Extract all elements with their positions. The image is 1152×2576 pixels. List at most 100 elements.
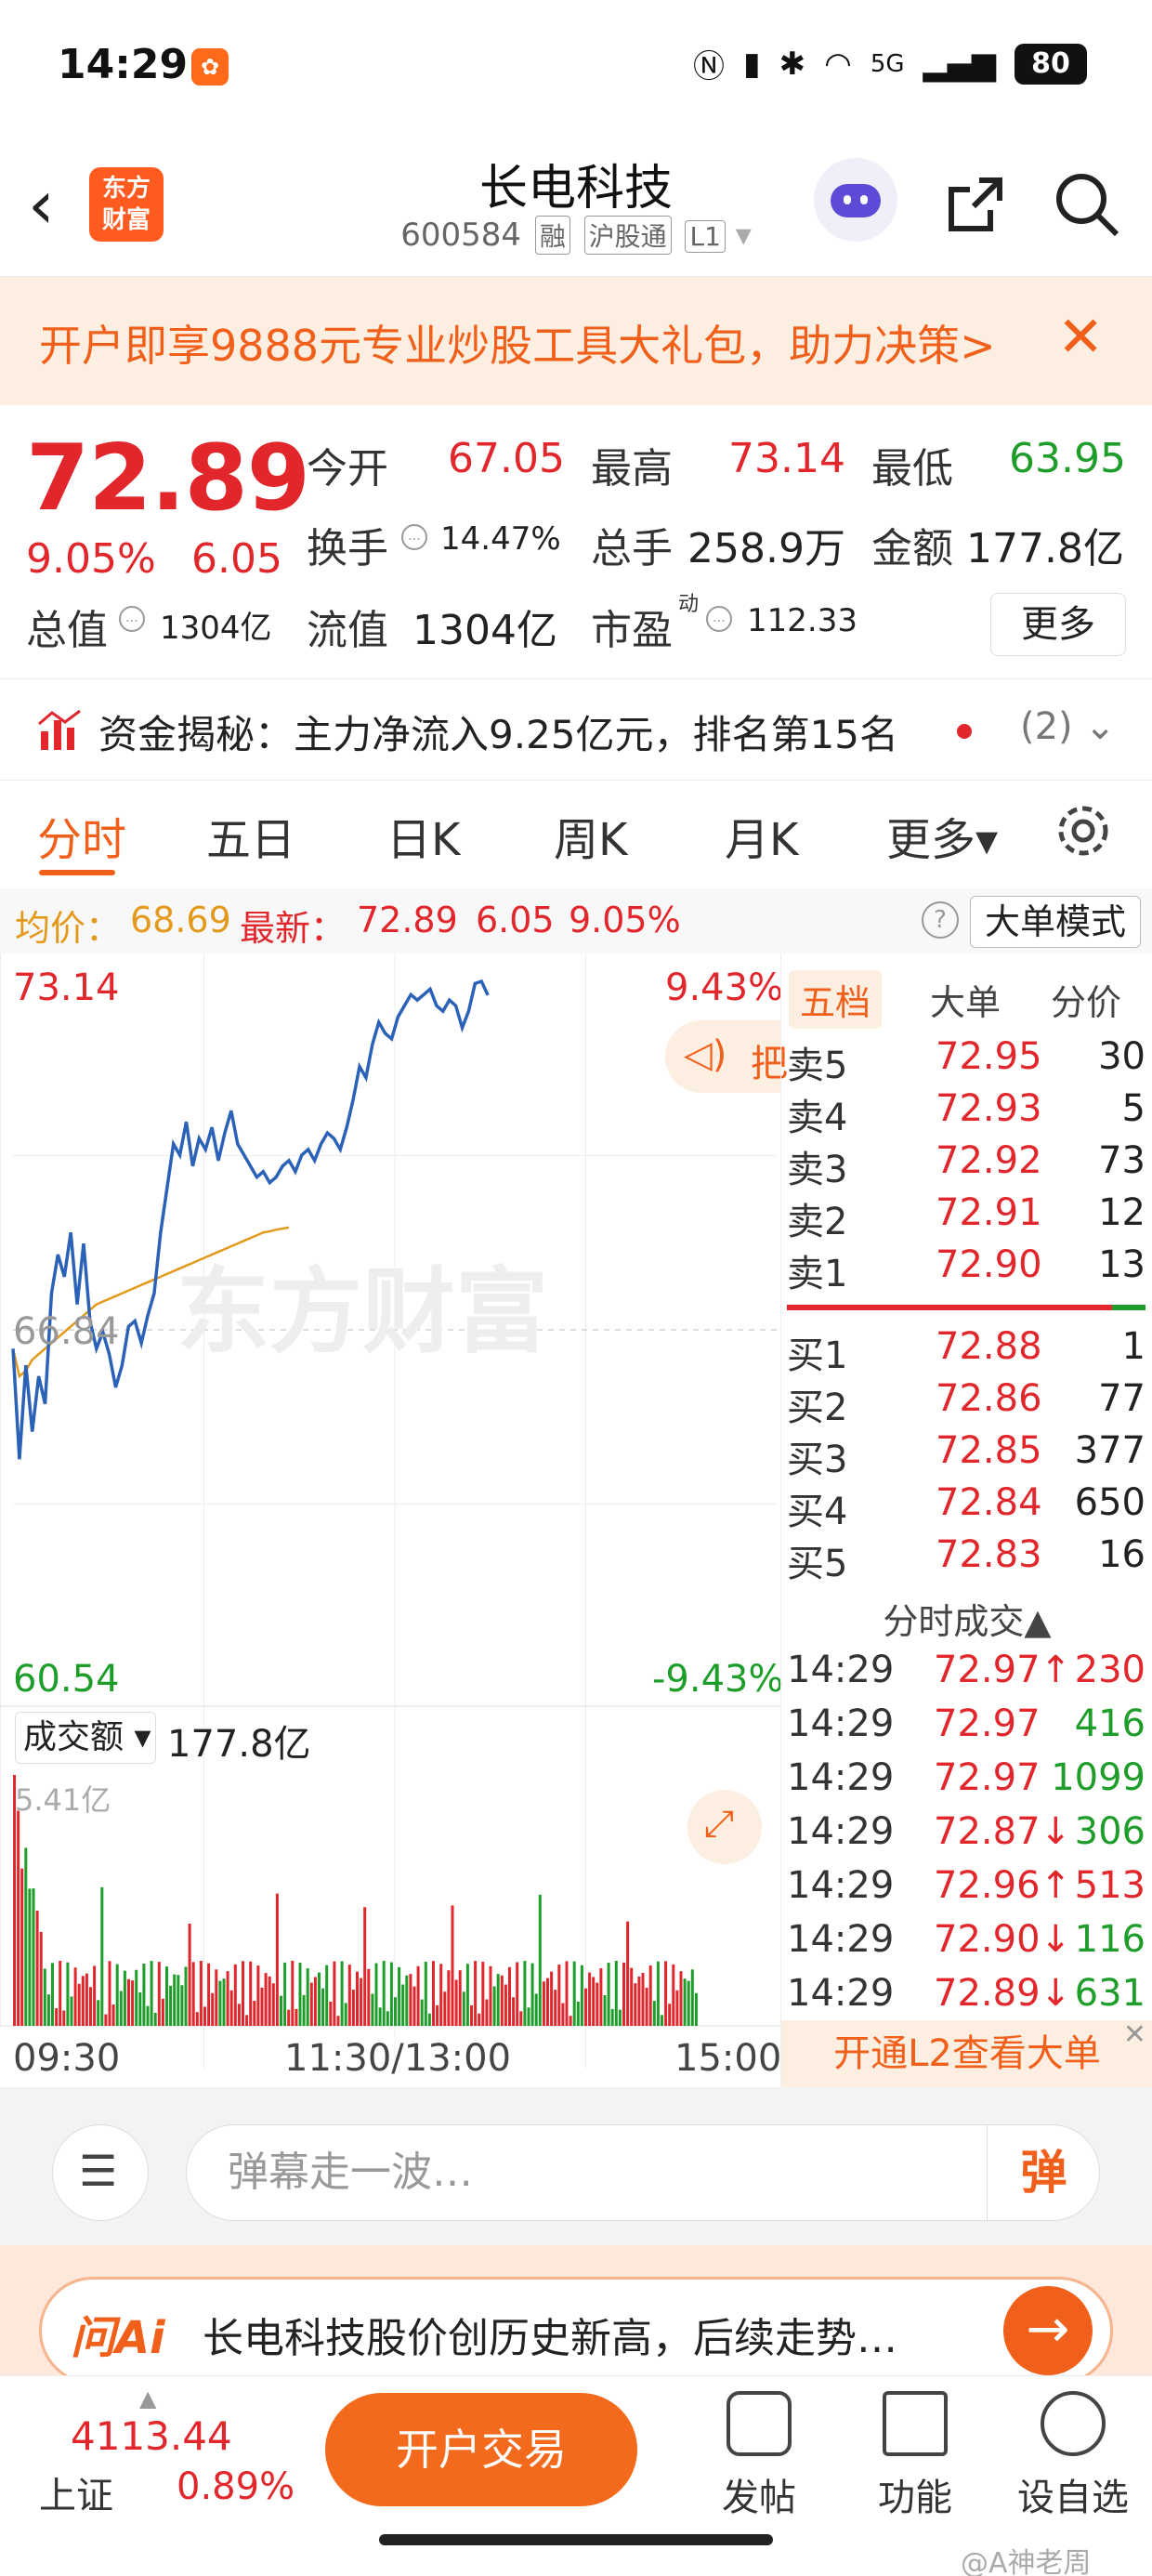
- volume-bar: [199, 1961, 203, 2026]
- volume-bar: [360, 1978, 363, 2026]
- bluetooth-icon: ✱: [779, 45, 806, 83]
- volume-bar: [169, 1985, 173, 2026]
- volume-bar: [576, 2001, 580, 2026]
- volume-bar: [177, 1975, 180, 2026]
- volume-bar: [641, 1973, 645, 2026]
- ask-row: 卖4 72.93 5: [787, 1087, 1145, 1139]
- tab-intraday[interactable]: 分时: [37, 803, 126, 868]
- volume-bar: [661, 2015, 663, 2026]
- volume-bar: [131, 1980, 135, 2026]
- close-icon[interactable]: ✕: [1123, 2018, 1146, 2051]
- trade-row: 14:29 72.97 416: [787, 1702, 1145, 1745]
- volume-bar: [546, 1978, 549, 2026]
- tab-five-day[interactable]: 五日: [206, 803, 295, 868]
- volume-bar: [215, 1969, 218, 2026]
- volume-bar: [203, 2006, 206, 2026]
- tab-more[interactable]: 更多▾: [886, 803, 998, 868]
- arrow-right-icon[interactable]: →: [1003, 2286, 1093, 2375]
- volume-bar: [81, 1976, 85, 2026]
- promo-banner[interactable]: 开户即享9888元专业炒股工具大礼包，助力决策> ✕: [0, 277, 1152, 405]
- trades-title[interactable]: 分时成交▲: [781, 1593, 1152, 1644]
- info-icon[interactable]: …: [401, 524, 427, 550]
- time-axis: 09:30 11:30/13:00 15:00: [0, 2026, 781, 2087]
- volume-bar: [207, 1963, 211, 2026]
- tab-monthly-k[interactable]: 月K: [725, 803, 798, 868]
- volume-bar: [394, 1997, 397, 2026]
- volume-bar: [287, 2009, 291, 2026]
- volume-bar: [614, 1961, 618, 2026]
- volume-bar: [382, 1961, 386, 2026]
- trade-row: 14:29 72.97↑ 230: [787, 1649, 1145, 1691]
- nav-post[interactable]: 发帖: [699, 2391, 819, 2521]
- capital-flow-bar[interactable]: 资金揭秘：主力净流入9.25亿元，排名第15名 (2) ⌄: [0, 678, 1152, 781]
- open-l2-button[interactable]: 开通L2查看大单: [781, 2020, 1152, 2087]
- volume-bar: [648, 1965, 652, 2026]
- volume-bar: [180, 1985, 184, 2026]
- active-tab-underline: [39, 870, 115, 875]
- index-value[interactable]: 4113.44: [71, 2413, 232, 2459]
- volume-bar: [268, 1976, 271, 2026]
- share-icon[interactable]: [938, 167, 1013, 242]
- comment-list-icon[interactable]: ☰: [52, 2124, 149, 2221]
- volume-bar: [664, 1961, 668, 2026]
- tab-price-dist[interactable]: 分价: [1051, 974, 1121, 1025]
- volume-bar: [432, 1961, 435, 2026]
- volume-label: 总手: [591, 525, 673, 572]
- capital-flow-text: 资金揭秘：主力净流入9.25亿元，排名第15名: [98, 712, 898, 757]
- expand-button[interactable]: ⤢: [687, 1790, 762, 1864]
- volume-bar: [184, 1966, 188, 2026]
- volume-bar: [344, 2003, 347, 2026]
- danmu-button[interactable]: 弹: [987, 2124, 1100, 2221]
- nav-add-watchlist[interactable]: 设自选: [1013, 2391, 1133, 2521]
- pe-superscript: 动: [678, 593, 700, 616]
- info-icon[interactable]: …: [119, 606, 145, 632]
- volume-bar: [24, 1847, 28, 2026]
- volume-bar: [561, 2003, 565, 2026]
- volume-bar: [599, 1968, 603, 2026]
- big-order-mode-button[interactable]: 大单模式: [970, 896, 1141, 948]
- volume-bar: [73, 1967, 77, 2026]
- open-account-trade-button[interactable]: 开户交易: [325, 2393, 637, 2506]
- intraday-chart[interactable]: 东方财富 73.14 66.84 60.54 9.43% -9.43% ◁) 把…: [0, 953, 788, 2087]
- danmu-input[interactable]: 弹幕走一波…: [186, 2124, 1100, 2221]
- nav-functions[interactable]: 功能: [855, 2391, 975, 2521]
- ai-robot-icon[interactable]: [814, 158, 897, 242]
- volume-bar: [530, 1963, 534, 2026]
- volume-bar: [264, 1973, 268, 2026]
- stock-code: 600584: [400, 217, 521, 254]
- volume-bar: [557, 1965, 561, 2026]
- search-icon[interactable]: [1050, 167, 1124, 242]
- volume-bar: [439, 1964, 443, 2026]
- volume-bar: [687, 1980, 690, 2026]
- volume-bar: [226, 1971, 229, 2026]
- volume-bar: [634, 1983, 637, 2026]
- volume-type-select[interactable]: 成交额 ▾: [15, 1712, 156, 1764]
- volume-bar: [336, 2016, 340, 2026]
- volume-bar: [652, 2001, 656, 2026]
- order-book: 五档 大单 分价 卖5 72.95 30 卖4 72.93 5 卖3 72.92 73 卖2…: [780, 953, 1152, 2087]
- volume-bar: [242, 1961, 244, 2026]
- volume-bar: [481, 1962, 485, 2026]
- volume-bar: [93, 1965, 97, 2026]
- tab-daily-k[interactable]: 日K: [386, 803, 460, 868]
- tab-big-orders[interactable]: 大单: [930, 974, 1001, 1025]
- volume-bar: [32, 1888, 35, 2026]
- volume-bar: [115, 1964, 119, 2026]
- tab-five-levels[interactable]: 五档: [789, 970, 883, 1029]
- low-value: 63.95: [1009, 435, 1126, 482]
- close-icon[interactable]: ✕: [1057, 305, 1104, 370]
- info-icon[interactable]: …: [706, 606, 732, 632]
- speaker-button[interactable]: ◁) 把: [665, 1020, 788, 1093]
- ai-logo: 问Ai: [71, 2312, 165, 2364]
- volume-bar: [538, 1894, 542, 2026]
- help-icon[interactable]: ?: [922, 901, 959, 939]
- volume-bar: [683, 1978, 687, 2026]
- gear-icon[interactable]: [1054, 801, 1113, 861]
- tab-weekly-k[interactable]: 周K: [554, 803, 627, 868]
- bid-row: 买1 72.88 1: [787, 1325, 1145, 1377]
- mktcap-label: 总值: [26, 607, 108, 654]
- volume-bar: [188, 1924, 191, 2026]
- volume-bar: [363, 1907, 367, 2026]
- more-button[interactable]: 更多: [990, 593, 1126, 656]
- speaker-icon: ◁): [684, 1033, 727, 1076]
